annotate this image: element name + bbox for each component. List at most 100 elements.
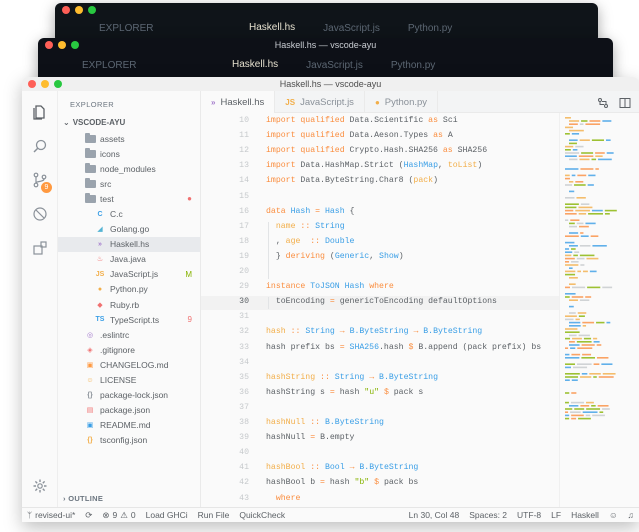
- minimap-stroke: [581, 120, 588, 122]
- status-run-file[interactable]: Run File: [193, 510, 235, 520]
- folder-shape: [84, 162, 96, 173]
- tree-file[interactable]: TS TypeScript.ts 9: [58, 312, 200, 327]
- status-quickcheck[interactable]: QuickCheck: [234, 510, 290, 520]
- tree-folder[interactable]: node_modules: [58, 161, 200, 176]
- code-token: hash: [339, 387, 365, 397]
- line-number: 33: [239, 342, 249, 352]
- tree-file[interactable]: ♨ Java.java: [58, 252, 200, 267]
- code-token: =: [310, 433, 321, 443]
- tree-file[interactable]: ▤ package.json: [58, 403, 200, 418]
- extensions-button[interactable]: [22, 233, 58, 263]
- source-control-button[interactable]: 9: [22, 165, 58, 195]
- tree-file[interactable]: ◈ .gitignore: [58, 342, 200, 357]
- outline-label: OUTLINE: [68, 494, 104, 503]
- minimap-stroke: [596, 344, 602, 346]
- minimap-stroke: [569, 341, 575, 343]
- tree-folder[interactable]: test ●: [58, 191, 200, 206]
- problems-indicator[interactable]: ⊗ 9 ⚠ 0: [97, 510, 140, 521]
- files-icon: [33, 105, 45, 120]
- tree-file[interactable]: ☺ LICENSE: [58, 373, 200, 388]
- minimap-stroke: [571, 248, 576, 250]
- tree-file[interactable]: ◎ .eslintrc: [58, 327, 200, 342]
- tree-item-label: test: [100, 193, 114, 204]
- explorer-button[interactable]: [22, 97, 58, 127]
- workspace-root-label: VSCODE-AYU: [72, 118, 126, 127]
- minimize-button[interactable]: [41, 80, 49, 88]
- minimap-stroke: [579, 254, 595, 257]
- split-editor-button[interactable]: [619, 96, 631, 108]
- sync-button[interactable]: ⟳: [80, 510, 97, 521]
- tree-file[interactable]: {} package-lock.json: [58, 388, 200, 403]
- editor-tab[interactable]: ● Python.py: [365, 91, 439, 113]
- tree-file[interactable]: ◢ Golang.go: [58, 222, 200, 237]
- indent-guide: [268, 297, 269, 310]
- minimap-stroke: [577, 174, 587, 177]
- code-editor[interactable]: 10 import qualified Data.Scientific as Sc…: [201, 113, 559, 507]
- feedback-button[interactable]: ☺: [604, 510, 623, 520]
- tree-file[interactable]: C C.c: [58, 206, 200, 221]
- minimap-stroke: [586, 408, 601, 410]
- code-token: Show: [379, 251, 399, 261]
- close-button[interactable]: [28, 80, 36, 88]
- minimap-stroke: [571, 379, 578, 381]
- code-token: .hash: [379, 342, 409, 352]
- background-window-1: EXPLORER Haskell.hs JavaScript.js Python.py: [55, 3, 598, 43]
- tree-item-label: JavaScript.js: [110, 269, 159, 280]
- minimap-stroke: [591, 405, 596, 407]
- minimap-stroke: [565, 133, 570, 135]
- outline-section[interactable]: › OUTLINE: [63, 494, 103, 503]
- minimap-stroke: [575, 318, 580, 321]
- code-token: ::: [320, 372, 335, 382]
- gear-icon: [33, 479, 47, 493]
- minimap-stroke: [602, 120, 612, 122]
- tree-file[interactable]: ▣ CHANGELOG.md: [58, 357, 200, 372]
- minimap-stroke: [569, 312, 576, 314]
- tree-file[interactable]: JS JavaScript.js M: [58, 267, 200, 282]
- indentation[interactable]: Spaces: 2: [464, 510, 512, 520]
- minimap-stroke: [578, 334, 590, 337]
- tree-folder[interactable]: assets: [58, 131, 200, 146]
- tree-file[interactable]: {} tsconfig.json: [58, 433, 200, 448]
- code-token: hash: [329, 478, 355, 488]
- code-token: B.ByteString: [379, 372, 438, 382]
- encoding[interactable]: UTF-8: [512, 510, 546, 520]
- open-changes-button[interactable]: [597, 96, 609, 108]
- bell-icon: ♫: [627, 510, 634, 520]
- minimap-stroke: [571, 174, 576, 177]
- minimap-stroke: [565, 401, 569, 404]
- code-line: hash :: String → B.ByteString → B.ByteSt…: [266, 327, 482, 336]
- minimap-stroke: [569, 129, 584, 132]
- tree-file[interactable]: ▣ README.md: [58, 418, 200, 433]
- tree-file[interactable]: » Haskell.hs: [58, 236, 200, 252]
- status-load-ghci[interactable]: Load GHCi: [141, 510, 193, 520]
- minimap-stroke: [602, 373, 616, 375]
- code-token: SHA256: [457, 146, 488, 156]
- minimap-stroke: [565, 264, 579, 266]
- tree-file[interactable]: ◆ Ruby.rb: [58, 297, 200, 312]
- minimap-stroke: [575, 145, 584, 148]
- minimap-stroke: [565, 379, 570, 381]
- sync-icon: ⟳: [85, 509, 93, 520]
- code-token: Crypto.Hash.SHA256: [349, 146, 443, 156]
- tree-folder[interactable]: src: [58, 176, 200, 191]
- line-ending[interactable]: LF: [546, 510, 566, 520]
- tree-file[interactable]: ● Python.py: [58, 282, 200, 297]
- minimap-stroke: [569, 181, 574, 183]
- branch-indicator[interactable]: ᛘ revised-ui*: [22, 510, 80, 520]
- editor-tab[interactable]: » Haskell.hs: [201, 91, 276, 113]
- code-token: where: [275, 493, 301, 503]
- minimap[interactable]: [559, 113, 639, 507]
- workspace-root[interactable]: ⌄ VSCODE-AYU: [63, 118, 125, 127]
- tree-folder[interactable]: icons: [58, 146, 200, 161]
- settings-button[interactable]: [22, 471, 58, 501]
- code-token: ): [398, 251, 404, 261]
- maximize-button[interactable]: [54, 80, 62, 88]
- search-button[interactable]: [22, 131, 58, 161]
- cursor-position[interactable]: Ln 30, Col 48: [404, 510, 465, 520]
- debug-button[interactable]: [22, 199, 58, 229]
- notifications-button[interactable]: ♫: [623, 510, 639, 520]
- line-number: 29: [239, 282, 249, 292]
- minimap-stroke: [580, 203, 590, 205]
- language-mode[interactable]: Haskell: [566, 510, 604, 520]
- editor-tab[interactable]: JS JavaScript.js: [275, 91, 365, 113]
